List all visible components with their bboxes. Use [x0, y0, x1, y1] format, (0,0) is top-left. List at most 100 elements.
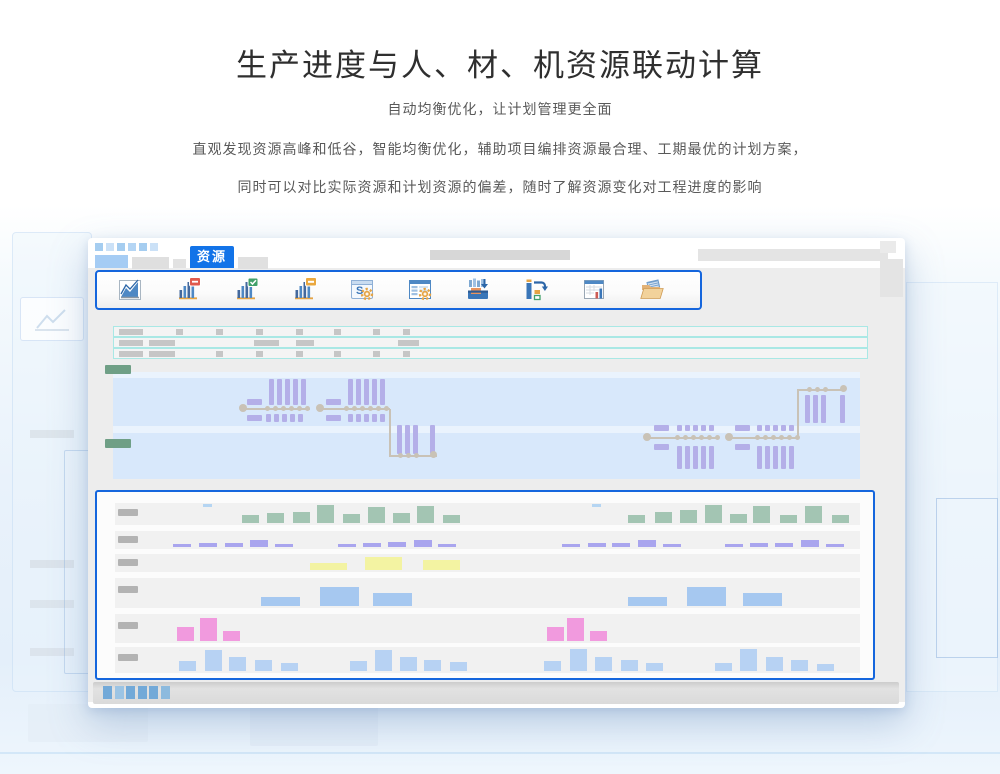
status-bar [93, 682, 899, 704]
tab-resources[interactable]: 资源 [190, 246, 234, 268]
histogram-bar [338, 544, 356, 547]
bar-chart-edit-icon [291, 277, 317, 303]
status-square [161, 686, 170, 699]
histogram-bar [267, 513, 284, 523]
tab-placeholder [128, 243, 136, 251]
calendar-histogram-button[interactable] [581, 277, 607, 303]
histogram-bar [414, 540, 432, 547]
background-ghost-panel-right [906, 282, 998, 692]
row-label [118, 654, 138, 661]
material-histogram-row [115, 531, 860, 549]
header-block [254, 340, 279, 346]
header-block [296, 329, 303, 335]
bar-chart-edit-button[interactable] [291, 277, 317, 303]
histogram-bar [229, 657, 246, 671]
histogram-bar [725, 544, 743, 547]
tab-placeholder [238, 257, 268, 269]
histogram-bar [621, 660, 638, 671]
histogram-bar [393, 513, 410, 523]
row-marker-dash [203, 504, 212, 507]
histogram-bar [320, 587, 359, 606]
bar-chart-remove-icon [175, 277, 201, 303]
background-ghost-footer-row-1 [28, 704, 148, 742]
bar-chart-remove-button[interactable] [175, 277, 201, 303]
resource-histogram-panel [95, 490, 875, 680]
header-block [119, 340, 143, 346]
histogram-bar [373, 593, 412, 606]
page-description-line2: 同时可以对比实际资源和计划资源的偏差，随时了解资源变化对工程进度的影响 [0, 177, 1000, 197]
histogram-bar [363, 543, 381, 547]
histogram-bar [753, 506, 770, 523]
area-chart-button[interactable] [117, 277, 143, 303]
machine-histogram-row [115, 554, 860, 572]
tab-placeholder [95, 243, 103, 251]
row-label [118, 509, 138, 516]
import-data-button[interactable] [465, 277, 491, 303]
histogram-bar [791, 660, 808, 671]
histogram-bar [730, 514, 747, 523]
histogram-bar [179, 661, 196, 671]
histogram-bar [801, 540, 819, 547]
table-header-rows [113, 326, 868, 359]
update-resource-icon [523, 277, 549, 303]
script-settings-button[interactable]: S [349, 277, 375, 303]
row-label [118, 536, 138, 543]
histogram-bar [832, 515, 849, 523]
tab-placeholder [430, 250, 570, 260]
update-resource-button[interactable] [523, 277, 549, 303]
tab-placeholder [173, 259, 186, 268]
histogram-bar [544, 661, 561, 671]
header-row [113, 326, 868, 337]
plan-resource-row [115, 578, 860, 608]
background-ghost-divider [0, 752, 1000, 754]
row-marker-dash [592, 504, 601, 507]
tab-resources-label: 资源 [197, 249, 227, 264]
tab-placeholder [880, 241, 896, 253]
histogram-bar [310, 563, 347, 570]
histogram-bar [628, 515, 645, 523]
import-data-icon [465, 277, 491, 303]
actual-resource-row [115, 614, 860, 643]
header-block [256, 329, 263, 335]
histogram-bar [612, 543, 630, 547]
header-block [398, 340, 419, 346]
status-square [149, 686, 158, 699]
background-ghost-bar-1 [30, 430, 74, 438]
header-block [149, 351, 175, 357]
histogram-bar [250, 540, 268, 547]
histogram-bar [242, 515, 259, 523]
table-settings-icon [407, 277, 433, 303]
histogram-bar [200, 618, 217, 641]
tab-placeholder [117, 243, 125, 251]
header-block [373, 351, 380, 357]
histogram-bar [275, 544, 293, 547]
header-block [403, 351, 410, 357]
tab-placeholder [106, 243, 114, 251]
page-subtitle: 自动均衡优化，让计划管理更全面 [0, 99, 1000, 119]
background-ghost-bar-4 [30, 648, 74, 656]
histogram-bar [423, 560, 460, 570]
histogram-bar [350, 661, 367, 671]
histogram-bar [628, 597, 667, 606]
histogram-bar [438, 544, 456, 547]
tab-placeholder [880, 259, 903, 297]
tab-strip: 资源 [88, 238, 905, 268]
histogram-bar [567, 618, 584, 641]
table-settings-button[interactable] [407, 277, 433, 303]
header-block [256, 351, 263, 357]
histogram-bar [365, 557, 402, 570]
histogram-bar [570, 649, 587, 671]
header-block [373, 329, 380, 335]
status-square [138, 686, 147, 699]
ghost-area-chart-icon [21, 298, 83, 340]
histogram-bar [368, 507, 385, 523]
report-folder-button[interactable] [639, 277, 665, 303]
histogram-bar [775, 543, 793, 547]
status-square [126, 686, 135, 699]
histogram-bar [595, 657, 612, 671]
histogram-bar [740, 649, 757, 671]
histogram-bar [293, 512, 310, 523]
bar-chart-check-button[interactable] [233, 277, 259, 303]
histogram-bar [547, 627, 564, 641]
histogram-bar [646, 663, 663, 671]
